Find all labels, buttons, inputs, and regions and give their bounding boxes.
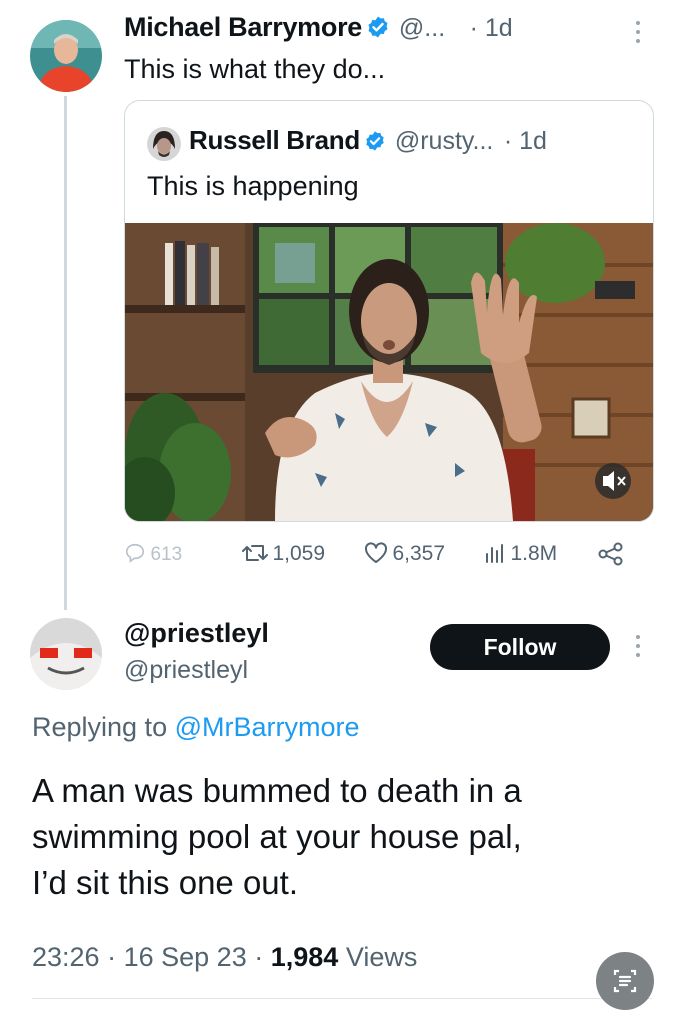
verified-badge-icon — [364, 130, 386, 157]
reply-date[interactable]: 16 Sep 23 — [124, 942, 247, 972]
like-count: 6,357 — [392, 542, 446, 565]
reply-tweet-meta: 23:26 · 16 Sep 23 · 1,984 Views — [32, 942, 417, 973]
reply-icon — [125, 543, 145, 563]
retweet-count: 1,059 — [272, 542, 326, 565]
tweet-time[interactable]: · 1d — [470, 14, 513, 42]
replying-to-prefix: Replying to — [32, 712, 175, 742]
mute-icon — [595, 463, 631, 499]
quoted-tweet-video[interactable] — [125, 223, 653, 521]
views-count: 1.8M — [510, 542, 558, 565]
main-tweet-header: Michael Barrymore @... · 1d — [124, 12, 644, 48]
reply-views-label: Views — [345, 942, 418, 972]
share-icon[interactable] — [598, 542, 624, 571]
avatar-priestleyl[interactable] — [30, 618, 102, 690]
avatar-michael-barrymore[interactable] — [30, 20, 102, 92]
reply-views-count: 1,984 — [270, 942, 339, 972]
quoted-tweet-header: Russell Brand @rusty... · 1d — [189, 125, 649, 157]
verified-badge-icon — [366, 15, 390, 44]
replying-to: Replying to @MrBarrymore — [32, 712, 360, 743]
more-options-icon[interactable] — [628, 18, 648, 46]
quoted-tweet-card[interactable]: Russell Brand @rusty... · 1d This is hap… — [124, 100, 654, 522]
retweet-button[interactable]: 1,059 — [242, 542, 325, 566]
main-tweet-text: This is what they do... — [124, 54, 386, 84]
reply-author-handle: @priestleyl — [124, 656, 249, 684]
retweet-icon — [242, 545, 268, 561]
divider — [32, 998, 652, 999]
reply-text-line: swimming pool at your house pal, — [32, 818, 522, 855]
quoted-tweet-text: This is happening — [147, 171, 359, 201]
author-name[interactable]: Michael Barrymore — [124, 12, 362, 42]
quoted-author-handle: @rusty... — [394, 127, 494, 155]
reply-tweet-text: A man was bummed to death in a swimming … — [32, 768, 652, 906]
quoted-author-name[interactable]: Russell Brand — [189, 125, 360, 155]
views-icon — [486, 544, 503, 563]
reply-time[interactable]: 23:26 — [32, 942, 100, 972]
meta-separator: · — [254, 942, 264, 972]
replying-to-link[interactable]: @MrBarrymore — [175, 712, 360, 742]
avatar-russell-brand — [147, 127, 181, 161]
reply-text-line: A man was bummed to death in a — [32, 772, 522, 809]
quoted-tweet-time: · 1d — [503, 127, 547, 155]
reply-text-line: I’d sit this one out. — [32, 864, 298, 901]
author-handle: @... — [398, 14, 446, 42]
follow-button[interactable]: Follow — [430, 624, 610, 670]
reply-button[interactable]: 613 — [124, 542, 182, 566]
floating-action-button[interactable] — [596, 952, 654, 1010]
reply-author-name[interactable]: @priestleyl — [124, 618, 269, 649]
like-button[interactable]: 6,357 — [364, 542, 445, 566]
views-button[interactable]: 1.8M — [484, 542, 557, 566]
engagement-stats: 613 1,059 6,357 1.8M — [124, 540, 654, 576]
floating-action-icon — [613, 969, 637, 993]
meta-separator: · — [107, 942, 117, 972]
more-options-icon[interactable] — [628, 632, 648, 660]
thread-line — [64, 96, 67, 610]
like-icon — [364, 542, 388, 563]
reply-count: 613 — [150, 544, 183, 565]
